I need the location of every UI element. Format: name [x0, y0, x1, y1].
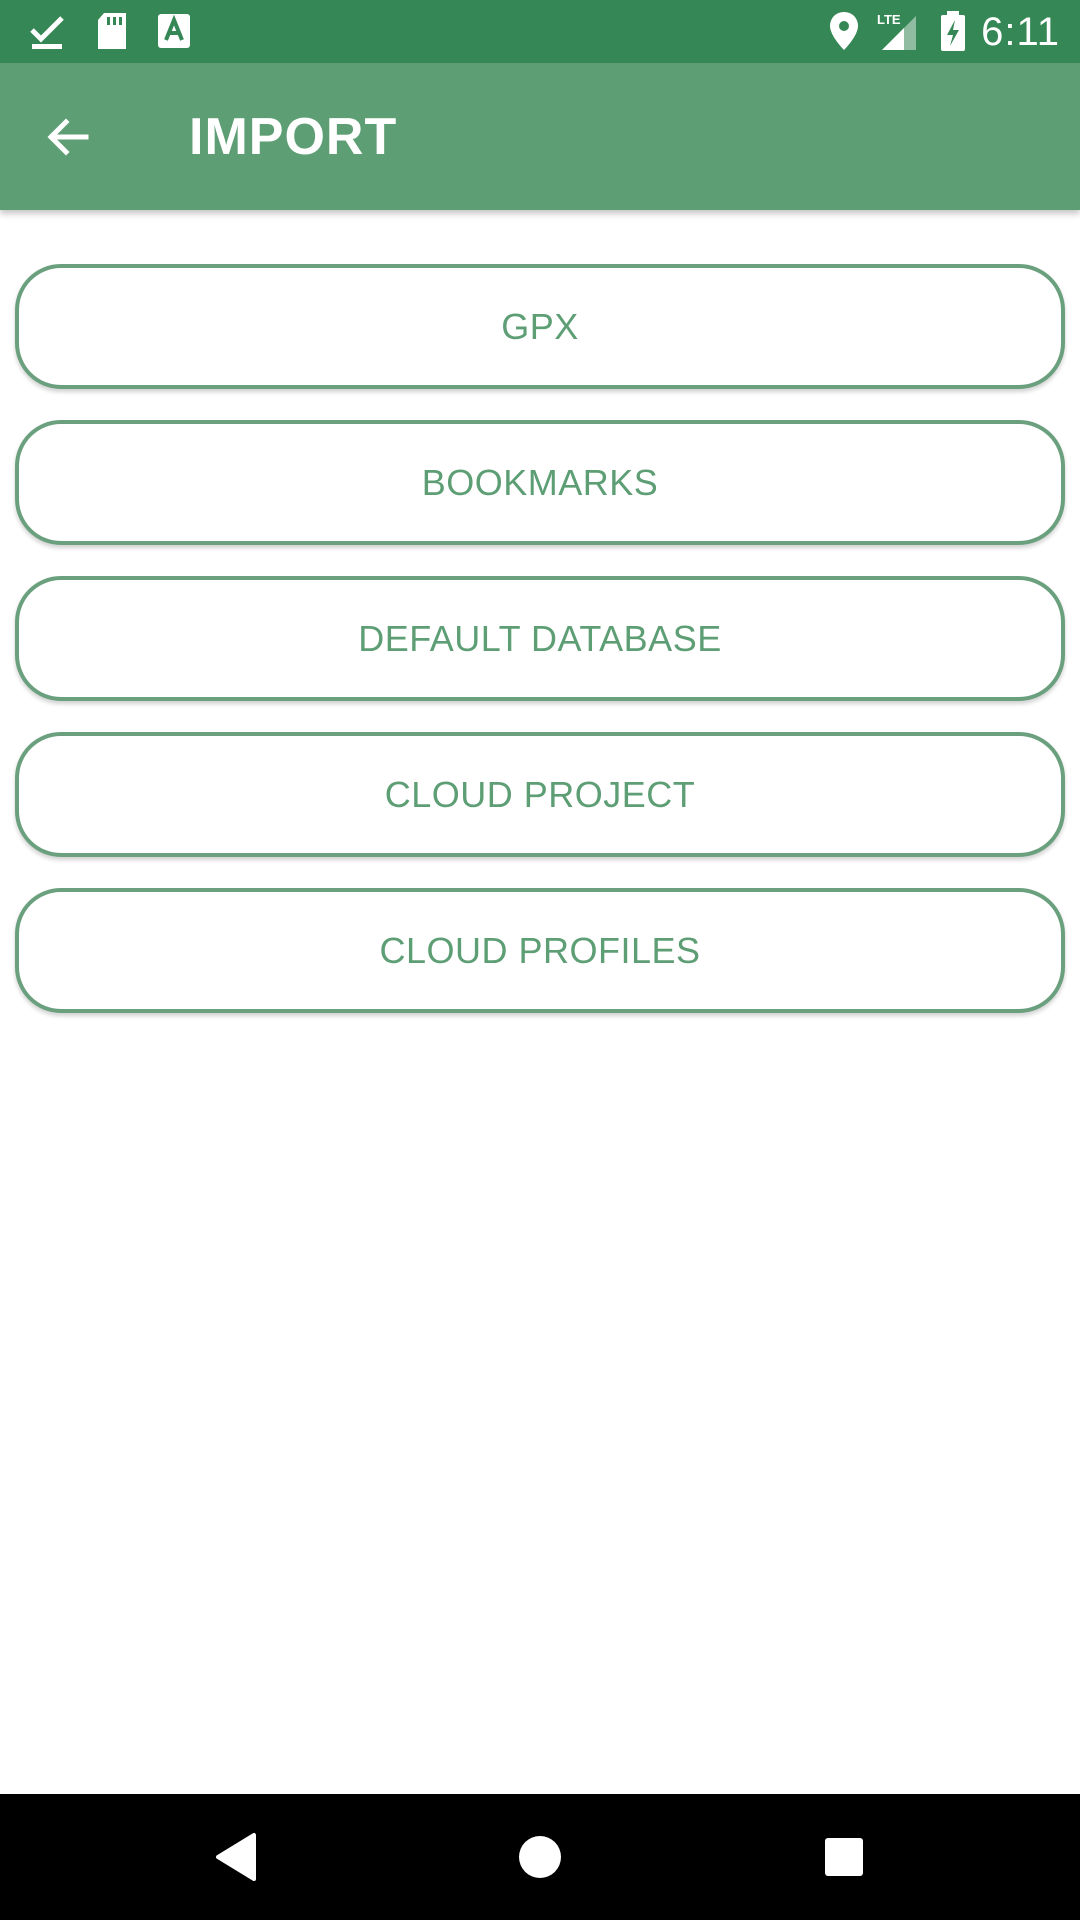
- nav-home-button[interactable]: [507, 1824, 573, 1890]
- status-bar: LTE 6:11: [0, 0, 1080, 63]
- navigation-bar: [0, 1794, 1080, 1920]
- home-circle-icon: [519, 1836, 561, 1878]
- location-icon: [824, 10, 864, 52]
- font-app-icon: [154, 10, 194, 52]
- status-time: 6:11: [981, 10, 1060, 54]
- recents-square-icon: [825, 1838, 863, 1876]
- sd-card-icon: [92, 10, 132, 52]
- nav-back-button[interactable]: [203, 1824, 269, 1890]
- battery-charging-icon: [936, 10, 970, 52]
- svg-text:LTE: LTE: [877, 12, 901, 27]
- default-database-button[interactable]: DEFAULT DATABASE: [15, 576, 1065, 701]
- import-options-list: GPX BOOKMARKS DEFAULT DATABASE CLOUD PRO…: [15, 264, 1065, 1044]
- cloud-project-button[interactable]: CLOUD PROJECT: [15, 732, 1065, 857]
- download-done-icon: [28, 10, 68, 52]
- page-title: IMPORT: [189, 108, 398, 166]
- cloud-profiles-button[interactable]: CLOUD PROFILES: [15, 888, 1065, 1013]
- gpx-button[interactable]: GPX: [15, 264, 1065, 389]
- back-triangle-icon: [216, 1833, 256, 1881]
- lte-signal-icon: LTE: [876, 10, 922, 52]
- app-bar: IMPORT: [0, 63, 1080, 210]
- nav-recents-button[interactable]: [811, 1824, 877, 1890]
- bookmarks-button[interactable]: BOOKMARKS: [15, 420, 1065, 545]
- import-screen: LTE 6:11 IMPORT GPX BOOKMARKS DEFAULT DA…: [0, 0, 1080, 1920]
- back-button[interactable]: [30, 99, 105, 174]
- arrow-back-icon: [46, 117, 88, 156]
